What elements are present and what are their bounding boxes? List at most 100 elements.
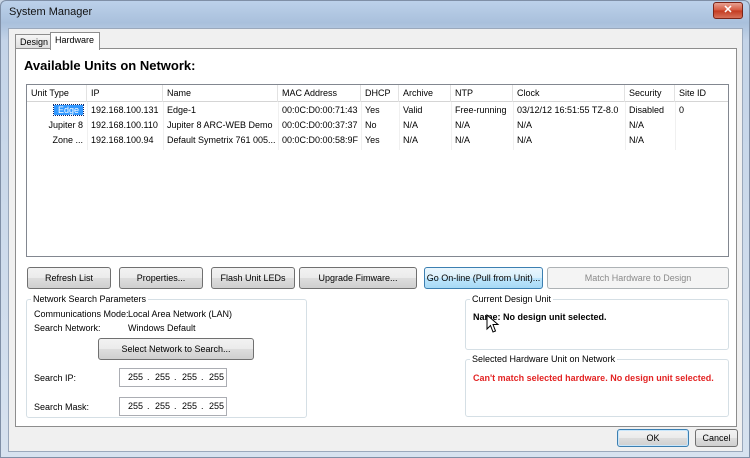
- window-title: System Manager: [9, 6, 93, 18]
- grid-line: [87, 102, 88, 150]
- ip-dot: .: [147, 372, 150, 382]
- cell-ip: 192.168.100.110: [91, 120, 158, 130]
- hardware-panel: Available Units on Network: Unit Type IP…: [15, 48, 737, 427]
- grid-line: [675, 102, 676, 150]
- units-list[interactable]: Unit Type IP Name MAC Address DHCP Archi…: [26, 84, 729, 257]
- column-site-id[interactable]: Site ID: [675, 85, 728, 102]
- search-ip-input[interactable]: 255 . 255 . 255 . 255: [119, 368, 227, 387]
- tab-design-label: Design: [20, 37, 49, 47]
- cell-ip: 192.168.100.131: [91, 105, 159, 115]
- close-icon: ✕: [723, 4, 733, 16]
- comm-mode-label: Communications Mode:: [34, 309, 129, 319]
- cell-unit-type: Zone ...: [52, 135, 83, 145]
- tab-hardware-label: Hardware: [55, 35, 95, 45]
- network-search-group: Network Search Parameters Communications…: [26, 294, 307, 418]
- cell-archive: N/A: [403, 120, 419, 130]
- cell-ntp: Free-running: [455, 105, 507, 115]
- comm-mode-value: Local Area Network (LAN): [128, 309, 233, 319]
- cell-site-id: [675, 118, 728, 133]
- mask-octet: 255: [209, 401, 225, 411]
- table-row[interactable]: Edge 192.168.100.131 Edge-1 00:0C:D0:00:…: [27, 103, 728, 118]
- select-network-button[interactable]: Select Network to Search...: [98, 338, 254, 360]
- column-security[interactable]: Security: [625, 85, 675, 102]
- current-design-group: Current Design Unit Name: No design unit…: [465, 294, 729, 350]
- ip-octet: 255: [182, 372, 198, 382]
- grid-line: [361, 102, 362, 150]
- cancel-button[interactable]: Cancel: [695, 429, 738, 447]
- mask-dot: .: [147, 401, 150, 411]
- cell-name: Jupiter 8 ARC-WEB Demo: [167, 120, 273, 130]
- column-ip[interactable]: IP: [87, 85, 163, 102]
- column-name[interactable]: Name: [163, 85, 278, 102]
- ip-octet: 255: [155, 372, 171, 382]
- table-row[interactable]: Zone ... 192.168.100.94 Default Symetrix…: [27, 133, 728, 148]
- column-clock[interactable]: Clock: [513, 85, 625, 102]
- column-archive[interactable]: Archive: [399, 85, 451, 102]
- ip-dot: .: [201, 372, 204, 382]
- mask-octet: 255: [155, 401, 171, 411]
- column-unit-type[interactable]: Unit Type: [27, 85, 87, 102]
- mask-dot: .: [201, 401, 204, 411]
- grid-line: [163, 102, 164, 150]
- ip-dot: .: [174, 372, 177, 382]
- tab-hardware[interactable]: Hardware: [50, 32, 100, 50]
- system-manager-window: System Manager ✕ Design Hardware Availab…: [0, 0, 750, 458]
- cell-clock: 03/12/12 16:51:55 TZ-8.0: [517, 105, 619, 115]
- grid-line: [625, 102, 626, 150]
- grid-line: [513, 102, 514, 150]
- go-online-button[interactable]: Go On-line (Pull from Unit)...: [424, 267, 543, 289]
- table-row[interactable]: Jupiter 8 192.168.100.110 Jupiter 8 ARC-…: [27, 118, 728, 133]
- cell-unit-type: Edge: [27, 103, 87, 118]
- ip-octet: 255: [209, 372, 225, 382]
- cell-ip: 192.168.100.94: [91, 135, 154, 145]
- search-network-label: Search Network:: [34, 323, 101, 333]
- mouse-cursor-icon: [486, 314, 500, 333]
- cell-clock: N/A: [517, 135, 533, 145]
- grid-line: [399, 102, 400, 150]
- cell-security: N/A: [629, 120, 645, 130]
- column-mac-address[interactable]: MAC Address: [278, 85, 361, 102]
- cell-dhcp: Yes: [365, 105, 380, 115]
- list-header: Unit Type IP Name MAC Address DHCP Archi…: [27, 85, 728, 102]
- search-ip-label: Search IP:: [34, 373, 77, 383]
- column-dhcp[interactable]: DHCP: [361, 85, 399, 102]
- mask-octet: 255: [182, 401, 198, 411]
- match-hardware-button[interactable]: Match Hardware to Design: [547, 267, 729, 289]
- title-bar[interactable]: System Manager ✕: [1, 1, 749, 23]
- group-title: Network Search Parameters: [31, 294, 149, 304]
- cell-archive: Valid: [403, 105, 423, 115]
- search-network-value: Windows Default: [128, 323, 196, 333]
- cell-archive: N/A: [403, 135, 419, 145]
- client-area: Design Hardware Available Units on Netwo…: [8, 28, 743, 452]
- cell-site-id: [675, 133, 728, 148]
- search-mask-label: Search Mask:: [34, 402, 90, 412]
- cell-mac: 00:0C:D0:00:71:43: [282, 105, 358, 115]
- cell-security: Disabled: [629, 105, 665, 115]
- selected-hardware-group: Selected Hardware Unit on Network Can't …: [465, 354, 729, 417]
- cell-name: Default Symetrix 761 005...: [167, 135, 276, 145]
- mask-dot: .: [174, 401, 177, 411]
- cell-dhcp: Yes: [365, 135, 380, 145]
- cell-unit-type: Jupiter 8: [48, 120, 83, 130]
- properties-button[interactable]: Properties...: [119, 267, 203, 289]
- flash-unit-leds-button[interactable]: Flash Unit LEDs: [211, 267, 295, 289]
- ok-button[interactable]: OK: [617, 429, 689, 447]
- cell-security: N/A: [629, 135, 645, 145]
- search-mask-input[interactable]: 255 . 255 . 255 . 255: [119, 397, 227, 416]
- column-ntp[interactable]: NTP: [451, 85, 513, 102]
- selected-hardware-status: Can't match selected hardware. No design…: [473, 373, 714, 383]
- refresh-list-button[interactable]: Refresh List: [27, 267, 111, 289]
- ip-octet: 255: [128, 372, 144, 382]
- grid-line: [278, 102, 279, 150]
- cell-dhcp: No: [365, 120, 377, 130]
- close-button[interactable]: ✕: [713, 2, 743, 19]
- cell-clock: N/A: [517, 120, 533, 130]
- cell-ntp: N/A: [455, 120, 471, 130]
- group-title: Current Design Unit: [470, 294, 554, 304]
- cell-name: Edge-1: [167, 105, 197, 115]
- cell-ntp: N/A: [455, 135, 471, 145]
- grid-line: [451, 102, 452, 150]
- tab-design[interactable]: Design: [15, 34, 51, 49]
- upgrade-firmware-button[interactable]: Upgrade Fimware...: [299, 267, 417, 289]
- cell-mac: 00:0C:D0:00:37:37: [282, 120, 358, 130]
